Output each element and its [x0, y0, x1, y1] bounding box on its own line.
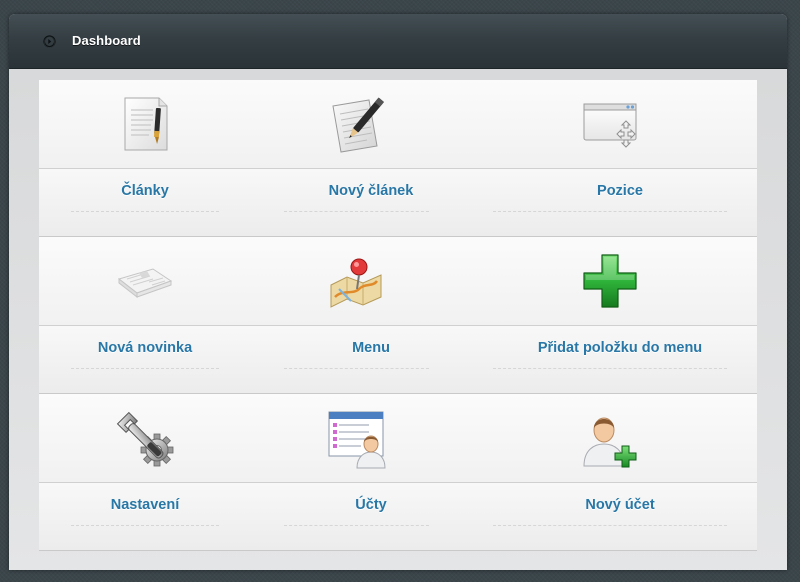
user-add-icon [578, 406, 642, 470]
dashboard-panel: Dashboard Články Nový článek Pozice Nová… [9, 14, 787, 570]
tile-novy-ucet[interactable]: Nový účet [463, 394, 757, 550]
circle-arrow-icon [43, 35, 56, 48]
tile-label: Přidat položku do menu [537, 340, 703, 356]
tile-label: Nový článek [328, 183, 414, 199]
dashboard-row: Články Nový článek Pozice [39, 80, 757, 237]
window-arrows-icon [578, 92, 642, 156]
tile-ucty[interactable]: Účty [251, 394, 463, 550]
panel-body: Články Nový článek Pozice Nová novinka M… [9, 69, 787, 570]
tile-label: Nastavení [110, 497, 180, 513]
map-pin-icon [325, 249, 389, 313]
wrench-gear-icon [113, 406, 177, 470]
tile-menu[interactable]: Menu [251, 237, 463, 393]
dashboard-row: Nastavení Účty Nový účet [39, 394, 757, 551]
page-title: Dashboard [72, 33, 141, 48]
tile-label: Účty [355, 497, 387, 513]
newspaper-icon [113, 249, 177, 313]
user-list-icon [325, 406, 389, 470]
green-plus-icon [578, 249, 642, 313]
dashboard-row: Nová novinka Menu Přidat položku do menu [39, 237, 757, 394]
tile-clanky[interactable]: Články [39, 80, 251, 236]
tile-novy-clanek[interactable]: Nový článek [251, 80, 463, 236]
document-pen-icon [113, 92, 177, 156]
tile-label: Pozice [597, 183, 643, 199]
tile-nastaveni[interactable]: Nastavení [39, 394, 251, 550]
tile-nova-novinka[interactable]: Nová novinka [39, 237, 251, 393]
tile-label: Články [121, 183, 169, 199]
tile-pozice[interactable]: Pozice [463, 80, 757, 236]
notepad-pencil-icon [325, 92, 389, 156]
tile-pridat-polozku[interactable]: Přidat položku do menu [463, 237, 757, 393]
panel-header: Dashboard [9, 14, 787, 69]
tile-label: Menu [352, 340, 390, 356]
tile-label: Nový účet [585, 497, 655, 513]
dashboard-grid: Články Nový článek Pozice Nová novinka M… [39, 80, 757, 551]
tile-label: Nová novinka [97, 340, 193, 356]
